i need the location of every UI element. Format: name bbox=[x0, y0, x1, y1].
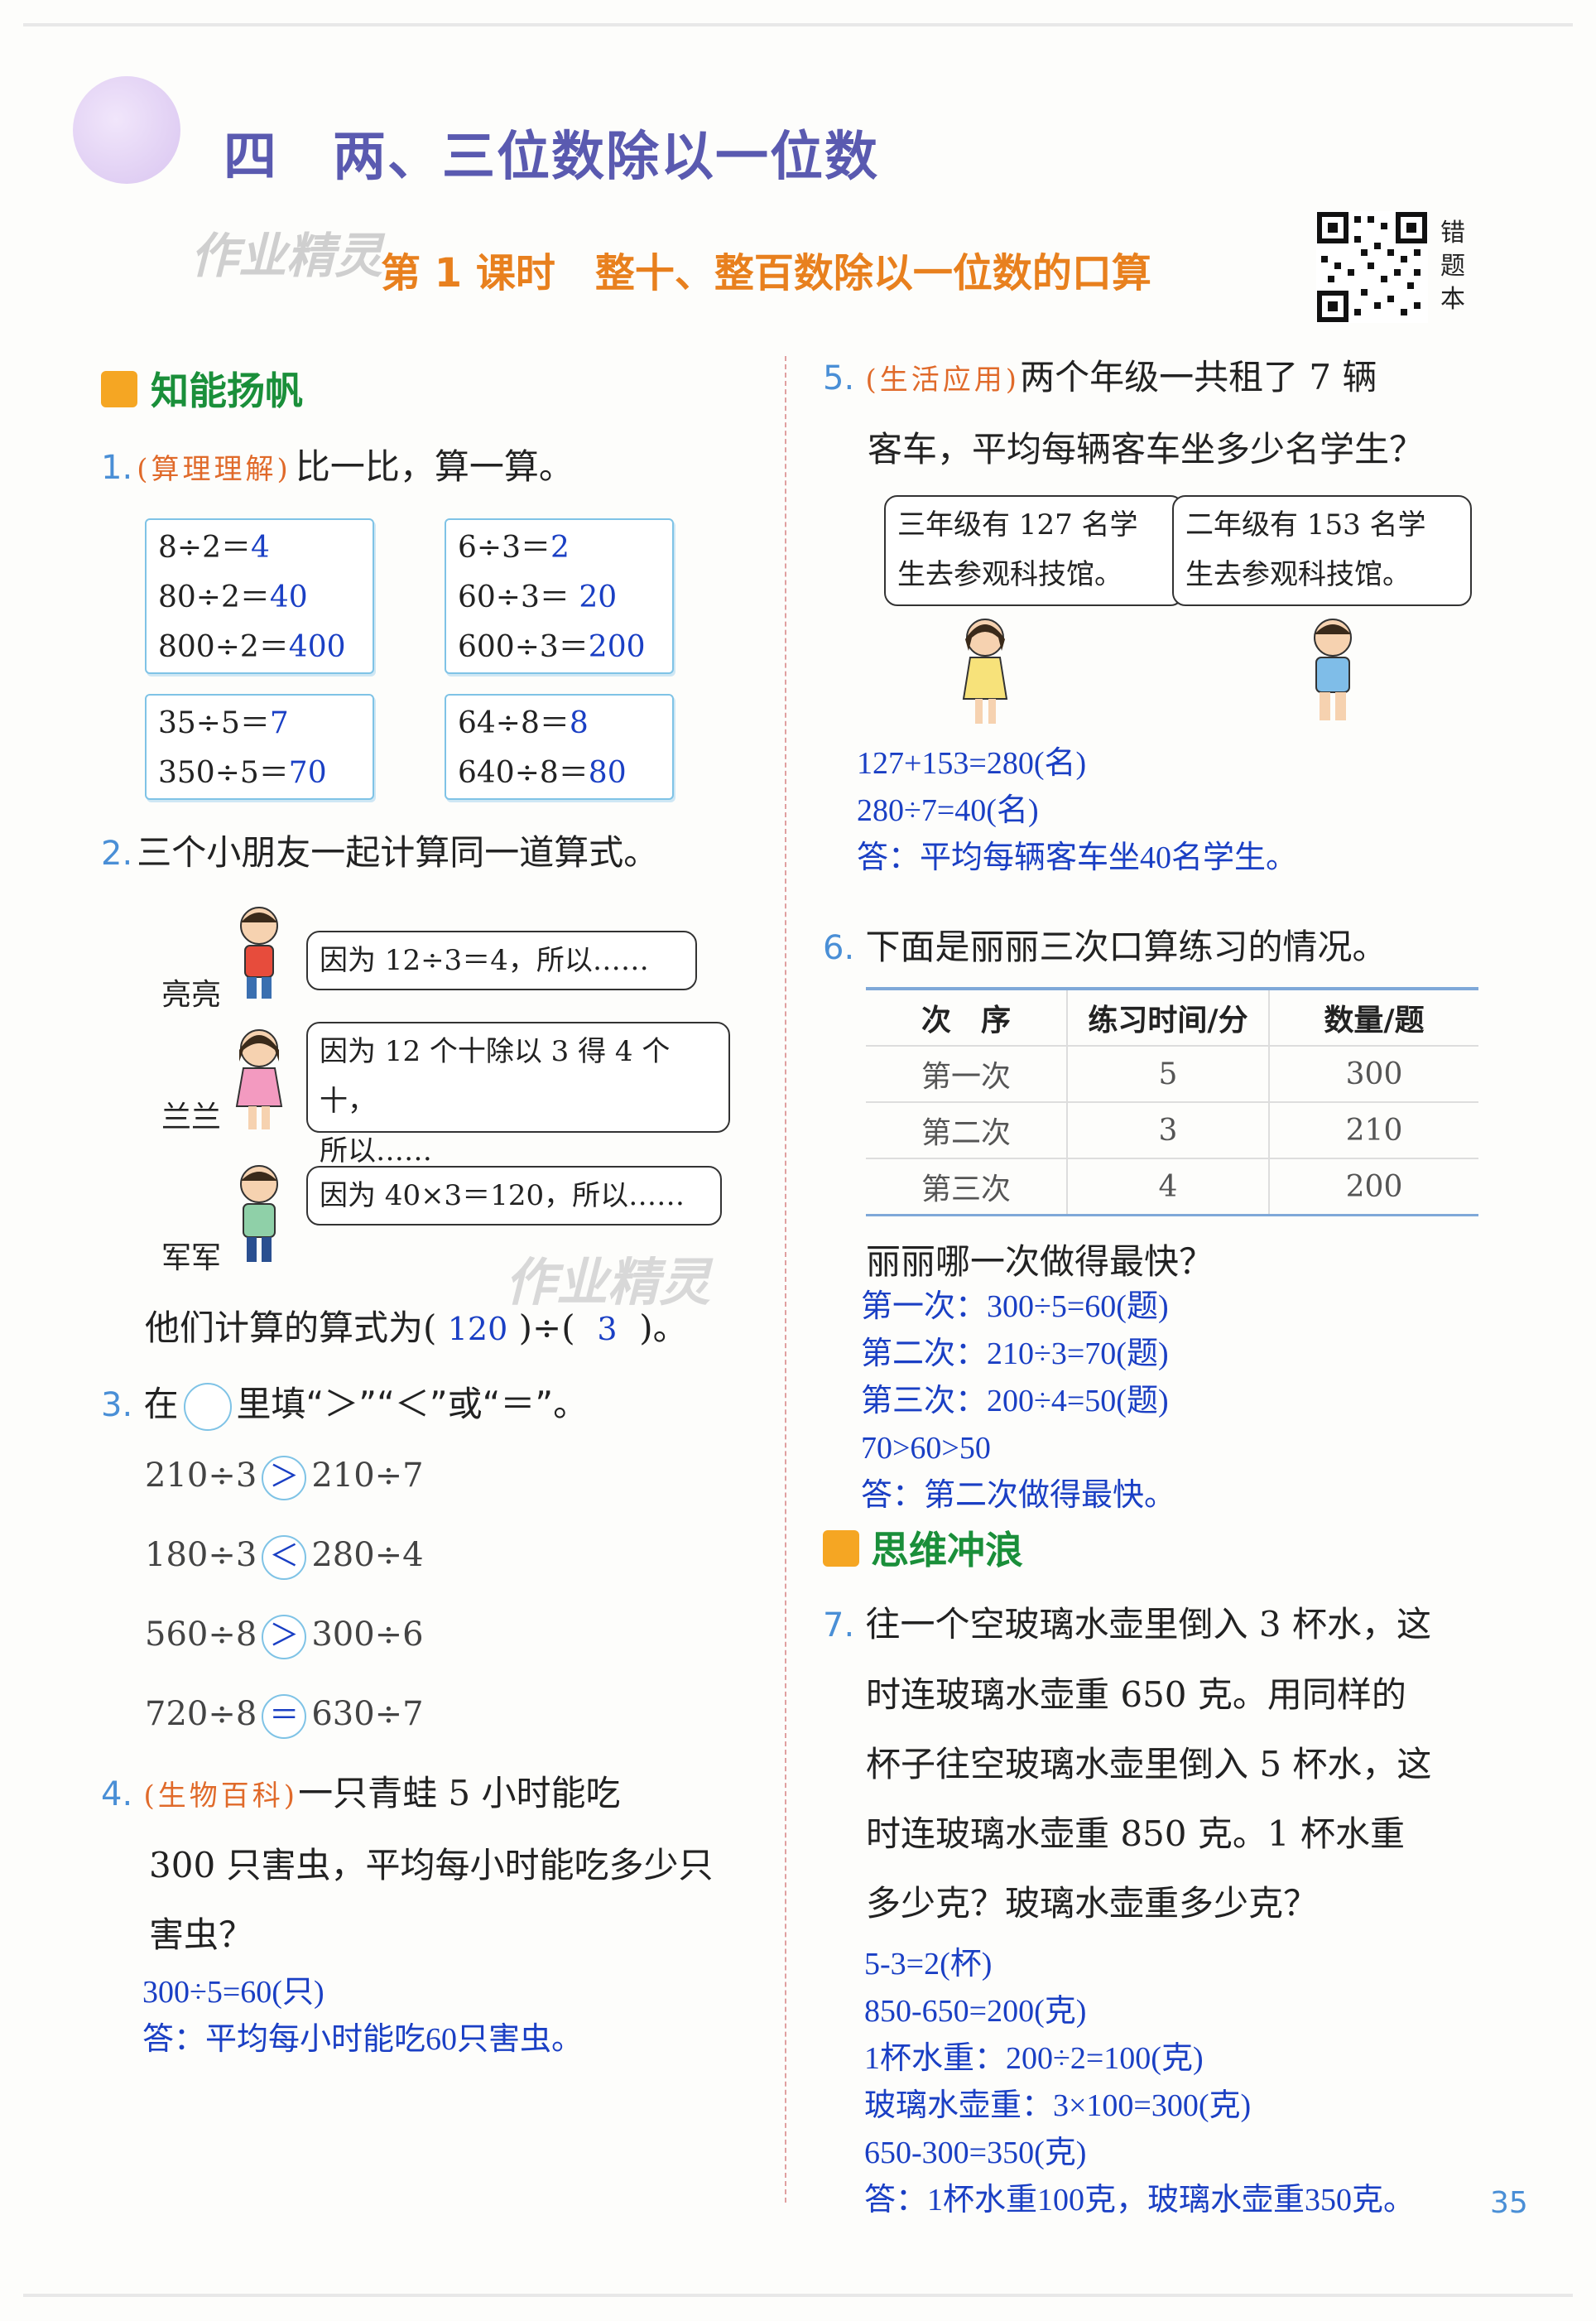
q1-box-4: 64÷8＝8 640÷8＝80 bbox=[445, 694, 674, 800]
q1-header: 1. (算理理解) 比一比，算一算。 bbox=[101, 439, 574, 489]
q7-answers: 5-3=2(杯) 850-650=200(克) 1杯水重：200÷2=100(克… bbox=[864, 1947, 1416, 2217]
decor-planet-icon bbox=[73, 76, 180, 184]
q7-block: 7. 往一个空玻璃水壶里倒入 3 杯水，这 时连玻璃水壶重 650 克。用同样的… bbox=[823, 1604, 1432, 1924]
q4-number: 4. bbox=[101, 1775, 133, 1813]
qr-code-icon[interactable] bbox=[1316, 211, 1428, 323]
section-title-1: 知能扬帆 bbox=[151, 368, 303, 413]
q6-table: 次 序 练习时间/分 数量/题 第一次 5 300 第二次 3 210 第三次 4 200 bbox=[866, 987, 1478, 1216]
q3-header: 3. 在里填“＞”“＜”或“＝”。 bbox=[101, 1376, 588, 1431]
speech-bubble: 因为 12 个十除以 3 得 4 个十， 所以…… bbox=[306, 1022, 730, 1168]
compare-answer: ＞ bbox=[262, 1456, 307, 1500]
answer: 120 bbox=[447, 1311, 508, 1347]
answer: 8 bbox=[569, 706, 589, 740]
answer: 7 bbox=[269, 706, 289, 740]
q1-box-2: 6÷3＝2 60÷3＝ 20 600÷3＝200 bbox=[445, 518, 674, 674]
section-icon bbox=[823, 1530, 859, 1567]
q5-tag: (生活应用) bbox=[865, 364, 1021, 397]
lesson-title: 第 1 课时 整十、整百数除以一位数的口算 bbox=[381, 250, 1151, 296]
table-header: 练习时间/分 bbox=[1067, 990, 1270, 1046]
answer: 80 bbox=[588, 756, 627, 790]
q3-row: 180÷3 ＜ 280÷4 bbox=[145, 1535, 424, 1580]
q1-box-3: 35÷5＝7 350÷5＝70 bbox=[145, 694, 374, 800]
chapter-title: 四 两、三位数除以一位数 bbox=[224, 127, 879, 188]
girl-icon bbox=[952, 613, 1018, 732]
answer: 4 bbox=[250, 531, 270, 565]
answer: 40 bbox=[269, 580, 308, 614]
q3-row: 210÷3 ＞ 210÷7 bbox=[145, 1456, 424, 1500]
speech-bubble: 因为 12÷3＝4，所以…… bbox=[306, 931, 697, 990]
q4-tag: (生物百科) bbox=[143, 1779, 299, 1813]
q2-header: 2. 三个小朋友一起计算同一道算式。 bbox=[101, 825, 658, 875]
answer: 3 bbox=[597, 1311, 618, 1347]
q7-number: 7. bbox=[823, 1606, 855, 1644]
table-header: 数量/题 bbox=[1324, 1004, 1425, 1038]
q4-block: 4. (生物百科)一只青蛙 5 小时能吃 300 只害虫，平均每小时能吃多少只 … bbox=[101, 1773, 714, 1955]
page-number: 35 bbox=[1490, 2186, 1528, 2220]
kid-lanlan-icon bbox=[230, 1025, 288, 1136]
q6-number: 6. bbox=[823, 929, 855, 967]
q6-question: 丽丽哪一次做得最快？ bbox=[866, 1241, 1214, 1282]
kid-name: 兰兰 bbox=[161, 1100, 222, 1134]
answer: 20 bbox=[579, 580, 618, 614]
qr-label: 错题本 bbox=[1440, 219, 1465, 314]
speech-bubble: 因为 40×3＝120，所以…… bbox=[306, 1166, 722, 1226]
answer: 400 bbox=[288, 630, 346, 664]
answer: 2 bbox=[550, 531, 570, 565]
q4-answers: 300÷5=60(只) 答：平均每小时能吃60只害虫。 bbox=[142, 1975, 584, 2057]
table-header: 次 序 bbox=[866, 990, 1068, 1046]
q1-box-1: 8÷2＝4 80÷2＝40 800÷2＝400 bbox=[145, 518, 374, 674]
q2-result: 他们计算的算式为( 120 )÷( 3 )。 bbox=[145, 1307, 688, 1348]
q1-number: 1. bbox=[101, 449, 133, 487]
q5-number: 5. bbox=[823, 359, 855, 397]
q5-block: 5. (生活应用)两个年级一共租了 7 辆 客车，平均每辆客车坐多少名学生？ bbox=[823, 357, 1425, 469]
boy-icon bbox=[1300, 613, 1366, 732]
compare-answer: ＞ bbox=[262, 1615, 307, 1659]
speech-bubble: 二年级有 153 名学 生去参观科技馆。 bbox=[1172, 495, 1472, 606]
q1-tag: (算理理解) bbox=[137, 453, 291, 486]
table-row: 第二次 3 210 bbox=[866, 1101, 1478, 1158]
kid-name: 军军 bbox=[161, 1241, 222, 1275]
compare-answer: ＝ bbox=[262, 1694, 307, 1739]
kid-junjun-icon bbox=[230, 1161, 288, 1272]
kid-liangliang-icon bbox=[230, 903, 288, 1005]
q3-number: 3. bbox=[101, 1386, 133, 1424]
q6-header: 6. 下面是丽丽三次口算练习的情况。 bbox=[823, 927, 1387, 967]
compare-answer: ＜ bbox=[262, 1535, 307, 1580]
top-border bbox=[23, 23, 1573, 26]
section-title-2: 思维冲浪 bbox=[871, 1528, 1023, 1572]
speech-bubble: 三年级有 127 名学 生去参观科技馆。 bbox=[884, 495, 1184, 606]
blank-circle-icon bbox=[183, 1383, 232, 1431]
kid-name: 亮亮 bbox=[161, 978, 222, 1012]
answer: 200 bbox=[588, 630, 646, 664]
bottom-border bbox=[23, 2294, 1573, 2297]
table-row: 第一次 5 300 bbox=[866, 1045, 1478, 1102]
q2-text: 三个小朋友一起计算同一道算式。 bbox=[137, 832, 659, 873]
section-icon bbox=[101, 371, 137, 407]
q6-answers: 第一次：300÷5=60(题) 第二次：210÷3=70(题) 第三次：200÷… bbox=[861, 1289, 1176, 1513]
table-row: 第三次 4 200 bbox=[866, 1158, 1478, 1214]
answer: 70 bbox=[288, 756, 327, 790]
column-divider bbox=[785, 356, 786, 2203]
q2-number: 2. bbox=[101, 835, 133, 873]
q5-answers: 127+153=280(名) 280÷7=40(名) 答：平均每辆客车坐40名学… bbox=[857, 746, 1298, 875]
watermark-header: 作业精灵 bbox=[190, 228, 383, 284]
q3-row: 560÷8 ＞ 300÷6 bbox=[145, 1615, 424, 1659]
q1-text: 比一比，算一算。 bbox=[295, 446, 574, 487]
q3-row: 720÷8 ＝ 630÷7 bbox=[145, 1694, 424, 1739]
